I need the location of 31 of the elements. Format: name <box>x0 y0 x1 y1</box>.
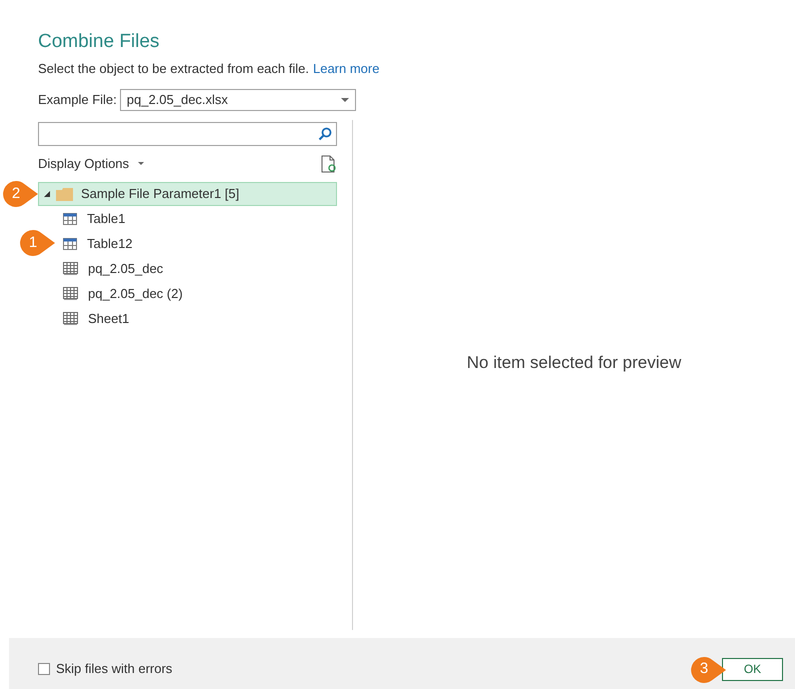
tree-item[interactable]: Sheet1 <box>63 306 337 331</box>
caret-icon <box>138 162 144 166</box>
sheet-icon <box>63 262 78 275</box>
empty-preview-message: No item selected for preview <box>466 352 682 374</box>
skip-errors-label: Skip files with errors <box>56 660 172 678</box>
callout-badge: 1 <box>20 229 56 257</box>
example-file-label: Example File: <box>38 91 117 110</box>
example-file-dropdown[interactable]: pq_2.05_dec.xlsx <box>120 89 356 111</box>
search-icon <box>318 127 332 141</box>
search-field[interactable] <box>38 122 337 146</box>
callout-badge: 3 <box>691 656 727 684</box>
table-icon <box>63 212 77 224</box>
checkbox[interactable] <box>38 662 50 674</box>
display-options-dropdown[interactable]: Display Options <box>38 154 144 174</box>
folder-icon <box>56 188 73 200</box>
table-icon <box>63 238 77 250</box>
refresh-file-icon[interactable] <box>321 155 337 173</box>
tree-item[interactable]: pq_2.05_dec <box>63 256 337 281</box>
expand-arrow-icon[interactable] <box>44 191 50 197</box>
callout-badge: 2 <box>3 180 39 208</box>
tree-item[interactable]: Table12 <box>63 231 337 256</box>
tree-folder-row[interactable]: Sample File Parameter1 [5] <box>38 182 337 206</box>
sheet-icon <box>63 287 78 300</box>
tree-item[interactable]: Table1 <box>63 206 337 231</box>
dropdown-arrow-icon <box>340 98 349 102</box>
tree-item[interactable]: pq_2.05_dec (2) <box>63 281 337 306</box>
ok-button[interactable]: OK <box>722 658 783 680</box>
description-text: Select the object to be extracted from each file. <box>38 60 309 78</box>
sheet-icon <box>63 312 78 325</box>
dialog-title: Combine Files <box>38 30 160 54</box>
learn-more-link[interactable]: Learn more <box>312 59 380 79</box>
